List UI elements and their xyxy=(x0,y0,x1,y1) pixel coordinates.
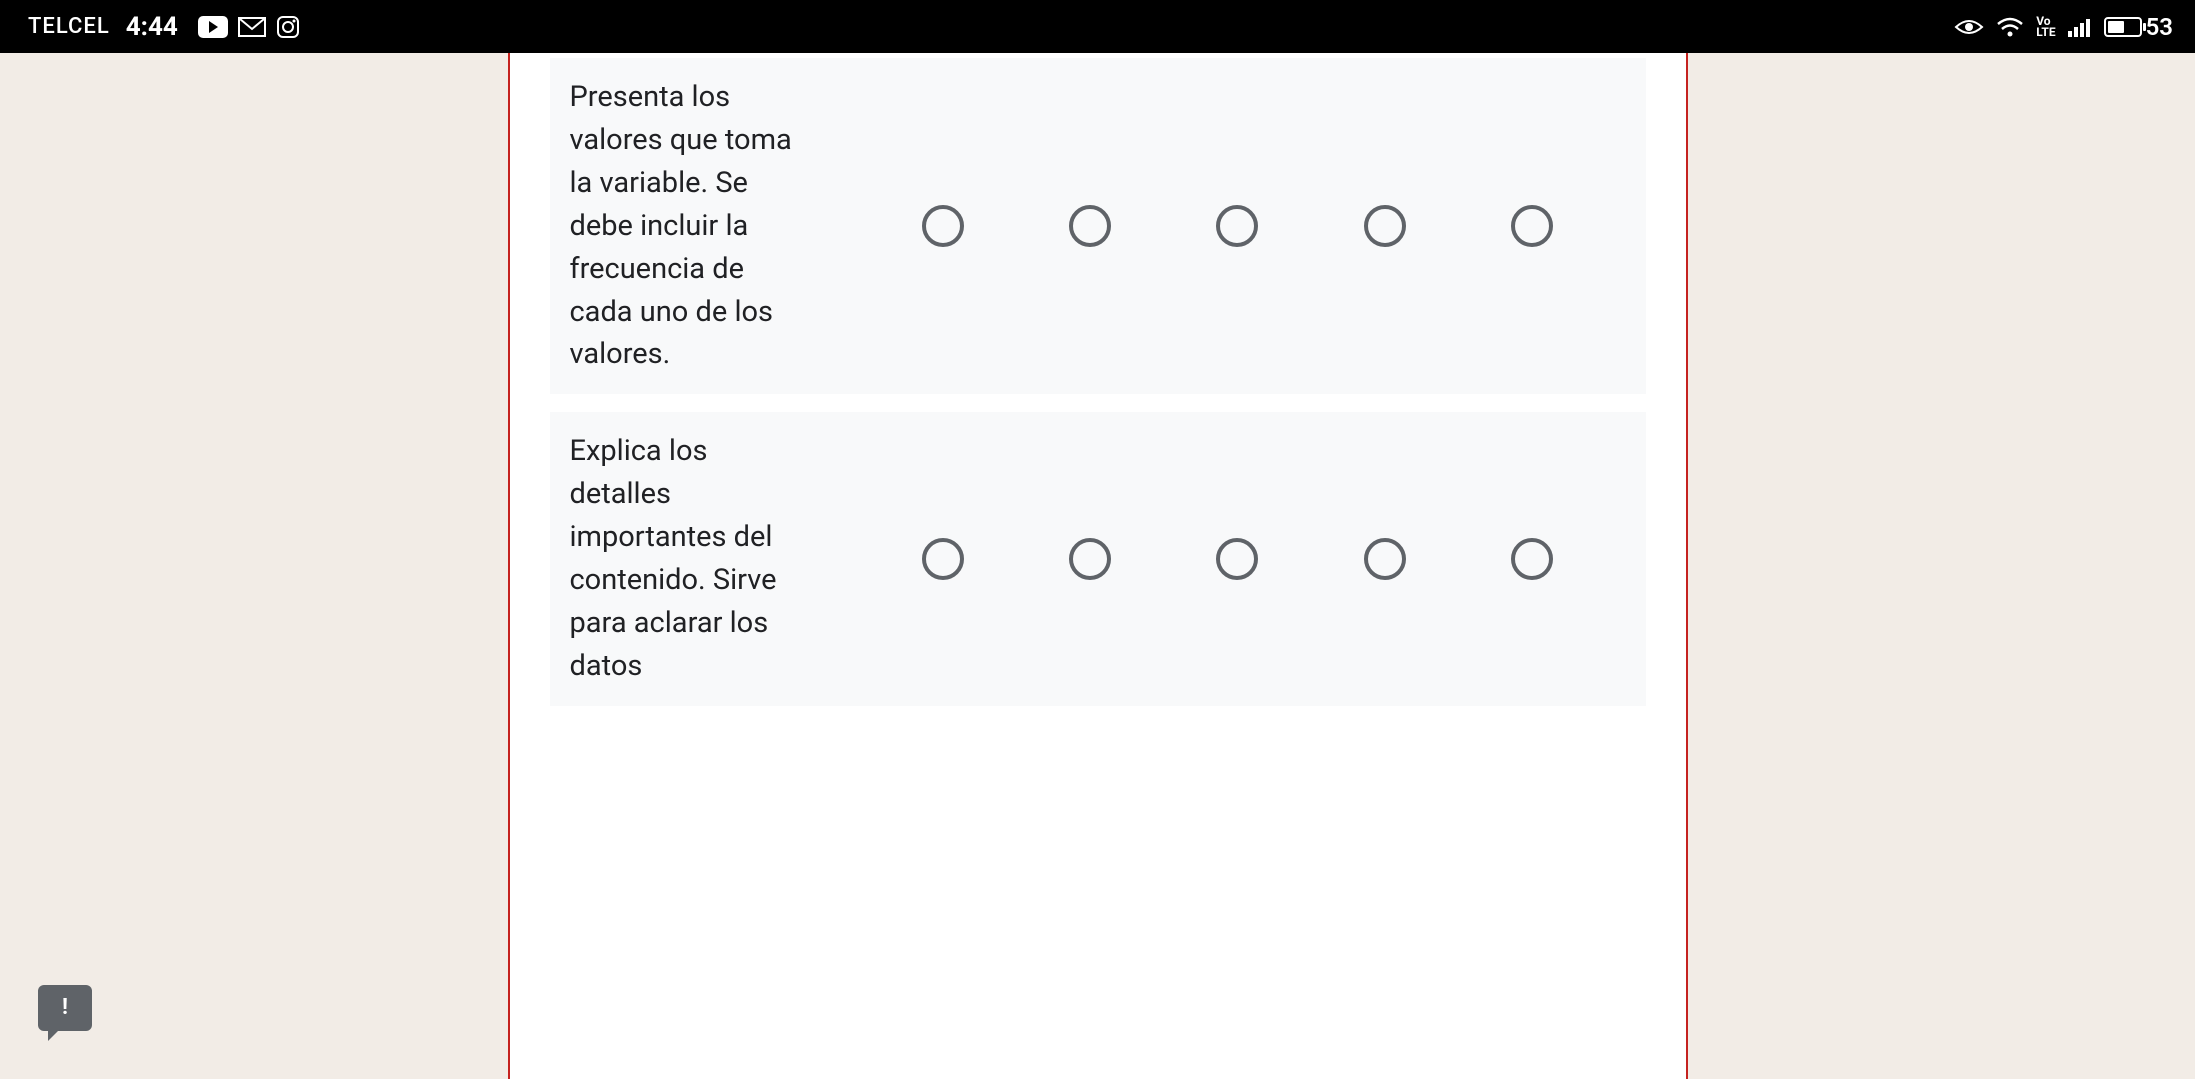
radio-group xyxy=(810,538,1646,580)
status-right: Vo LTE 53 xyxy=(1954,13,2173,41)
volte-bottom: LTE xyxy=(2036,27,2055,38)
instagram-icon xyxy=(276,15,300,39)
gmail-icon xyxy=(238,17,266,37)
carrier-label: TELCEL xyxy=(28,14,110,39)
battery-percent: 53 xyxy=(2146,13,2173,41)
radio-group xyxy=(810,205,1646,247)
report-problem-button[interactable]: ! xyxy=(38,985,92,1031)
status-notification-icons xyxy=(198,15,300,39)
exclamation-icon: ! xyxy=(62,997,68,1019)
google-form-card: Presenta los valores que toma la variabl… xyxy=(508,53,1688,1079)
radio-option[interactable] xyxy=(1511,538,1553,580)
radio-option[interactable] xyxy=(922,205,964,247)
volte-icon: Vo LTE xyxy=(2036,16,2055,38)
radio-option[interactable] xyxy=(1216,538,1258,580)
signal-icon xyxy=(2068,17,2092,37)
radio-option[interactable] xyxy=(1069,205,1111,247)
battery-icon xyxy=(2104,17,2142,37)
question-row: Presenta los valores que toma la variabl… xyxy=(550,58,1646,394)
question-row: Explica los detalles importantes del con… xyxy=(550,412,1646,705)
radio-option[interactable] xyxy=(1069,538,1111,580)
youtube-icon xyxy=(198,16,228,38)
question-label: Presenta los valores que toma la variabl… xyxy=(570,76,810,376)
android-status-bar: TELCEL 4:44 Vo LTE xyxy=(0,0,2195,53)
battery-indicator: 53 xyxy=(2104,13,2173,41)
wifi-icon xyxy=(1996,16,2024,38)
radio-option[interactable] xyxy=(1511,205,1553,247)
page-background: Presenta los valores que toma la variabl… xyxy=(0,53,2195,1079)
eye-icon xyxy=(1954,17,1984,37)
radio-option[interactable] xyxy=(922,538,964,580)
clock-time: 4:44 xyxy=(126,12,178,42)
status-left: TELCEL 4:44 xyxy=(28,12,300,42)
question-label: Explica los detalles importantes del con… xyxy=(570,430,810,687)
radio-option[interactable] xyxy=(1364,538,1406,580)
radio-option[interactable] xyxy=(1364,205,1406,247)
radio-option[interactable] xyxy=(1216,205,1258,247)
